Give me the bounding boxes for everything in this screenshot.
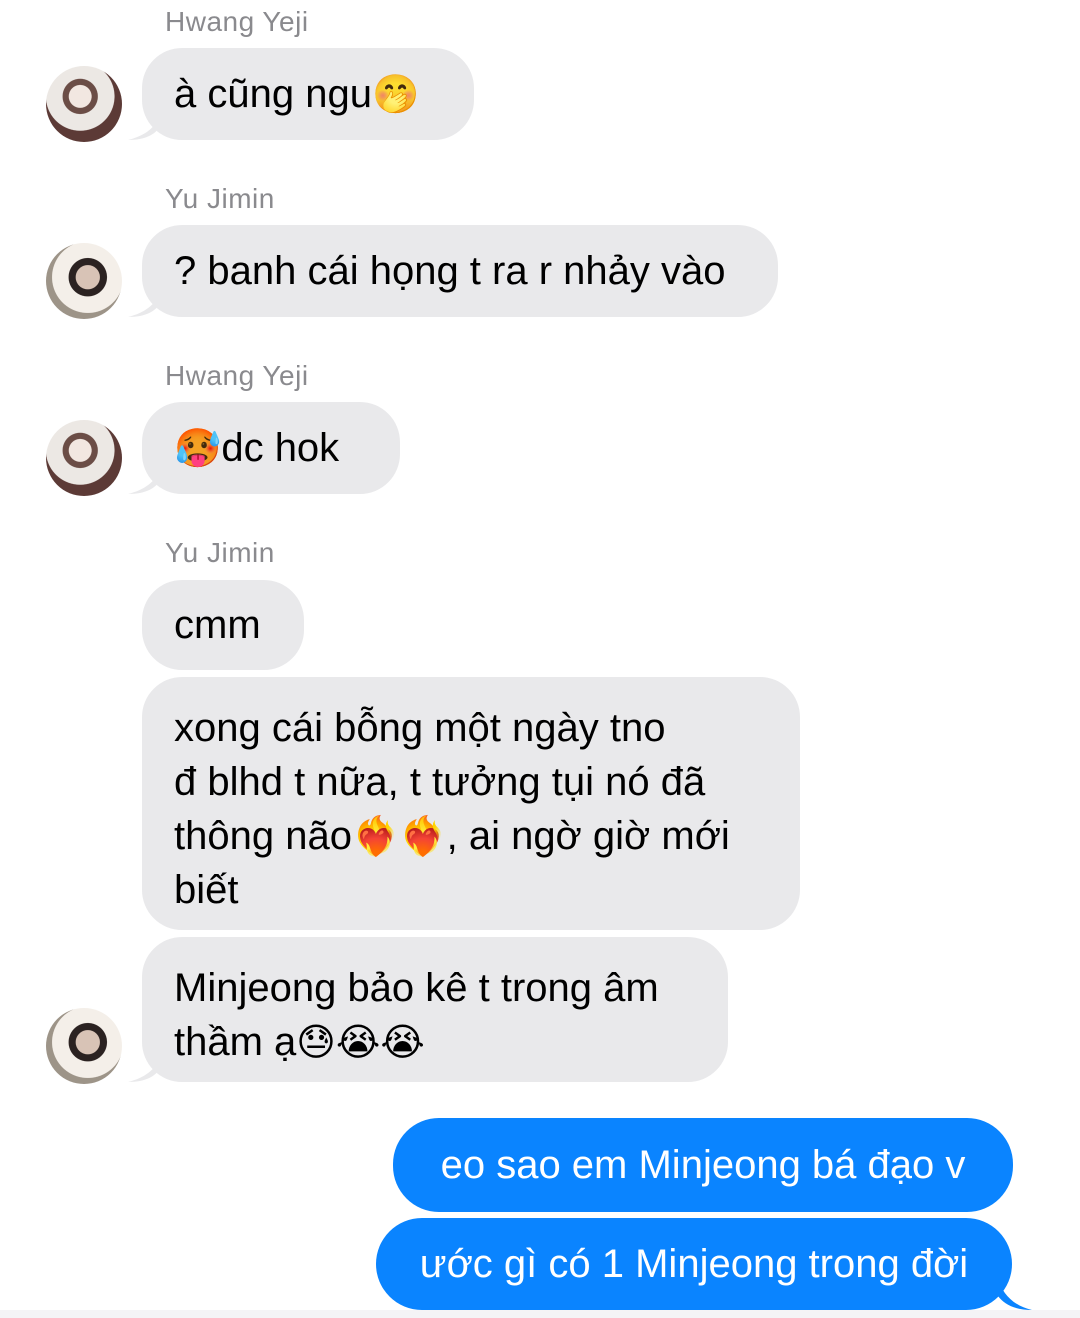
outgoing-message-bubble[interactable]: eo sao em Minjeong bá đạo v: [393, 1118, 1013, 1212]
sad-crying-emoji-group: 😓😭😭: [296, 1020, 425, 1064]
outgoing-message-bubble[interactable]: ước gì có 1 Minjeong trong đời: [376, 1218, 1012, 1310]
avatar[interactable]: [46, 66, 122, 142]
message-bubble[interactable]: à cũng ngu 🤭: [142, 48, 474, 140]
message-bubble[interactable]: cmm: [142, 580, 304, 670]
message-line-text: , ai ngờ giờ mới: [446, 814, 730, 858]
message-line-with-emoji: thông não❤️‍🔥❤️‍🔥, ai ngờ giờ mới: [174, 809, 768, 863]
sender-name: Hwang Yeji: [165, 6, 309, 37]
message-line: đ blhd t nữa, t tưởng tụi nó đã: [174, 760, 706, 804]
message-text: dc hok: [221, 426, 340, 470]
message-line-text: thông não: [174, 814, 352, 858]
avatar[interactable]: [46, 1008, 122, 1084]
avatar[interactable]: [46, 420, 122, 496]
message-text: ? banh cái họng t ra r nhảy vào: [174, 249, 726, 293]
heart-on-fire-emoji: ❤️‍🔥❤️‍🔥: [351, 814, 447, 858]
message-bubble[interactable]: Minjeong bảo kê t trong âm thầm ạ😓😭😭: [142, 937, 728, 1082]
message-text: eo sao em Minjeong bá đạo v: [440, 1142, 966, 1187]
message-text: à cũng ngu: [174, 72, 372, 116]
message-bubble[interactable]: 🥵 dc hok: [142, 402, 400, 494]
outgoing-bubble-tail: [998, 1278, 1032, 1310]
avatar[interactable]: [46, 243, 122, 319]
message-bubble[interactable]: xong cái bỗng một ngày tno đ blhd t nữa,…: [142, 677, 800, 930]
message-line: biết: [174, 868, 239, 912]
message-line: Minjeong bảo kê t trong âm: [174, 966, 659, 1010]
message-line-text: thầm ạ: [174, 1020, 297, 1064]
hand-over-mouth-emoji: 🤭: [371, 72, 420, 116]
message-bubble[interactable]: ? banh cái họng t ra r nhảy vào: [142, 225, 778, 317]
message-line-with-emoji: thầm ạ😓😭😭: [174, 1015, 696, 1069]
hot-face-emoji: 🥵: [174, 426, 222, 470]
bottom-separator: [0, 1310, 1080, 1318]
message-text: cmm: [174, 603, 261, 647]
message-text: ước gì có 1 Minjeong trong đời: [419, 1241, 969, 1286]
sender-name: Yu Jimin: [165, 537, 275, 568]
sender-name: Yu Jimin: [165, 183, 275, 214]
message-line: xong cái bỗng một ngày tno: [174, 706, 666, 750]
sender-name: Hwang Yeji: [165, 360, 309, 391]
